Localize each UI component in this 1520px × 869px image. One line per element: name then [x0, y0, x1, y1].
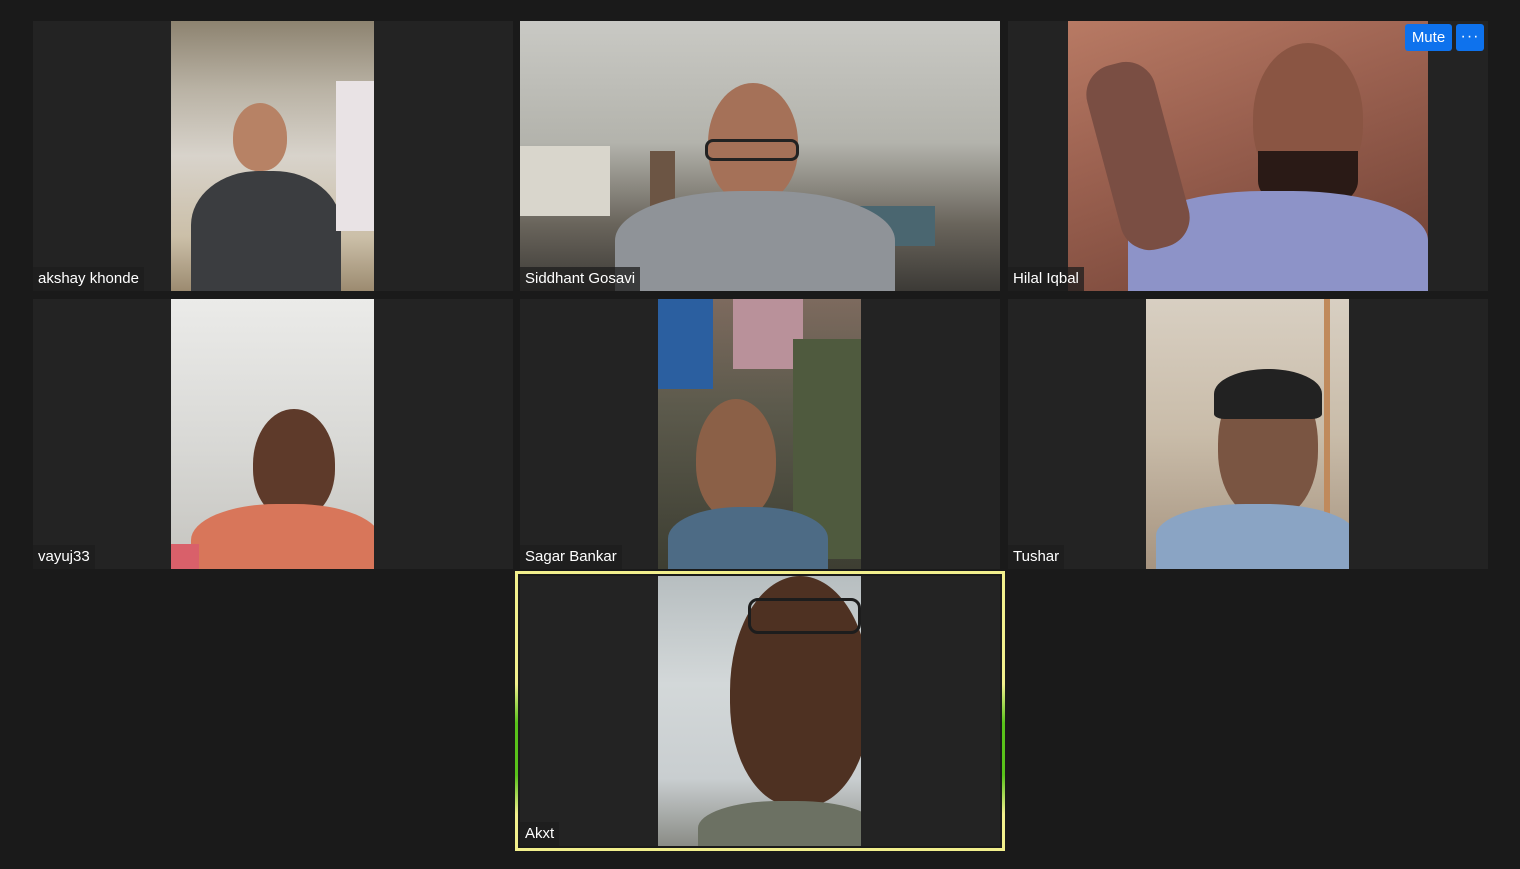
participant-video — [171, 299, 374, 569]
participant-name: Siddhant Gosavi — [520, 267, 641, 291]
participant-name: akshay khonde — [33, 267, 144, 291]
participant-name: Hilal Iqbal — [1008, 267, 1084, 291]
more-options-button[interactable]: ··· — [1456, 24, 1484, 51]
participant-name: Sagar Bankar — [520, 545, 622, 569]
participant-tile[interactable]: vayuj33 — [33, 299, 513, 569]
participant-tile[interactable]: Hilal Iqbal — [1008, 21, 1488, 291]
mute-button[interactable]: Mute — [1405, 24, 1452, 51]
participant-video — [171, 21, 374, 291]
participant-tile[interactable]: Akxt — [520, 576, 1000, 846]
participant-tile[interactable]: Sagar Bankar — [520, 299, 1000, 569]
participant-name: vayuj33 — [33, 545, 95, 569]
participant-video — [658, 299, 861, 569]
participant-video — [1068, 21, 1428, 291]
participant-tile[interactable]: Siddhant Gosavi — [520, 21, 1000, 291]
participant-video — [1146, 299, 1349, 569]
participant-video — [658, 576, 861, 846]
participant-tile[interactable]: Tushar — [1008, 299, 1488, 569]
participant-video — [520, 21, 1000, 291]
participant-name: Akxt — [520, 822, 560, 846]
participant-name: Tushar — [1008, 545, 1065, 569]
participant-tile[interactable]: akshay khonde — [33, 21, 513, 291]
